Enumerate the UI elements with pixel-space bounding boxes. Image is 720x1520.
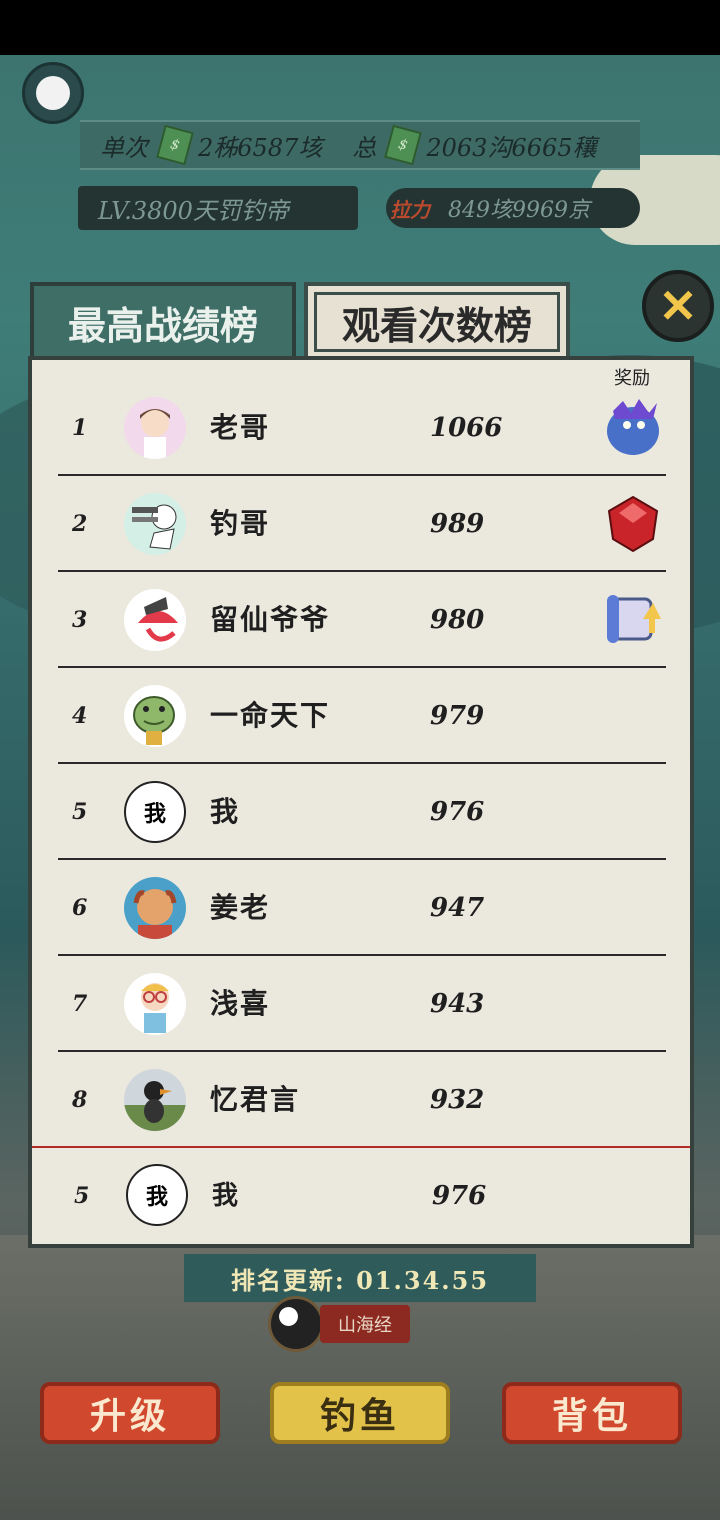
player-avatar [124,1069,186,1131]
shanhai-button[interactable]: 山海经 [268,1296,458,1352]
glasses-kid-avatar-icon [141,983,169,1033]
player-avatar [124,589,186,651]
my-name: 我 [212,1181,239,1211]
player-name: 姜老 [210,891,271,924]
red-gem-reward-icon [607,495,659,553]
player-score: 980 [430,605,485,635]
player-avatar [124,973,186,1035]
leaderboard-panel: 奖励 1 老哥 1066 2 钓哥 989 3 留仙爷爷 980 4 一命天下 … [28,356,694,1248]
player-name: 老哥 [210,411,271,444]
player-score: 989 [430,509,485,539]
fish-label: 钓鱼 [319,1395,400,1437]
rank: 4 [72,703,88,729]
leaderboard-row: 3 留仙爷爷 980 [58,572,666,668]
self-avatar-text: 我 [143,801,166,827]
leaderboard-row: 6 姜老 947 [58,860,666,956]
single-value: 2秭6587垓 [198,133,323,162]
leaderboard-row: 8 忆君言 932 [58,1052,666,1148]
boy-avatar-icon [140,409,170,459]
player-score: 976 [430,797,485,827]
reward-item [602,490,664,556]
player-avatar-self: 我 [124,781,186,843]
rank: 1 [72,415,88,441]
leaderboard-row: 4 一命天下 979 [58,668,666,764]
reward-item [602,586,664,652]
power-value: 849垓9969京 [448,198,590,223]
old-man-avatar-icon [133,889,177,939]
total-label: 总 [352,133,377,162]
rank-update-text: 排名更新: 01.34.55 [230,1265,490,1295]
close-icon: ✕ [658,279,698,333]
rank-update-timer: 排名更新: 01.34.55 [184,1254,536,1302]
player-name: 浅喜 [210,987,271,1020]
my-rank: 5 [74,1183,90,1209]
my-score: 976 [432,1181,487,1211]
blue-creature-reward-icon [607,399,659,455]
single-label: 单次 [100,133,148,162]
player-avatar [124,685,186,747]
bag-label: 背包 [551,1395,632,1437]
player-score: 947 [430,893,485,923]
tab-best-record-label: 最高战绩榜 [67,302,258,348]
player-avatar [124,493,186,555]
yin-yang-icon [268,1296,324,1352]
fish-button[interactable]: 钓鱼 [270,1382,450,1444]
rank: 5 [72,799,88,825]
level-text: LV.3800天罚钓帝 [98,196,289,225]
scroll-reward-icon [607,595,661,643]
tab-view-count-inner: 观看次数榜 [314,292,560,352]
rank: 6 [72,895,88,921]
umbrella-avatar-icon [138,597,178,642]
rank: 3 [72,607,88,633]
profile-button[interactable] [22,62,84,124]
power-label: 拉力 [390,197,430,222]
power-bar: 拉力 849垓9969京 [386,188,640,228]
rank: 8 [72,1087,88,1113]
leaderboard-row: 2 钓哥 989 [58,476,666,572]
meme-avatar-icon [132,504,177,550]
leaderboard-row: 7 浅喜 943 [58,956,666,1052]
money-icon: $ [384,124,423,166]
profile-dot-icon [36,76,70,110]
player-name: 一命天下 [210,699,331,732]
tab-best-record[interactable]: 最高战绩榜 [30,282,296,362]
player-avatar [124,877,186,939]
dinosaur-avatar-icon [133,696,175,745]
reward-item [602,394,664,460]
tab-view-count[interactable]: 观看次数榜 [304,282,570,362]
leaderboard-row: 1 老哥 1066 [58,380,666,476]
upgrade-label: 升级 [89,1395,170,1437]
my-avatar: 我 [126,1164,188,1226]
player-name: 忆君言 [210,1083,301,1116]
rank: 2 [72,511,88,537]
earnings-bar: 单次 $ 2秭6587垓 总 $ 2063沟6665穰 [80,120,640,170]
money-icon: $ [156,124,194,166]
tab-view-count-label: 观看次数榜 [341,302,532,348]
level-bar: LV.3800天罚钓帝 [78,186,358,230]
my-avatar-text: 我 [145,1184,168,1210]
player-name: 我 [210,795,241,828]
leaderboard-row: 5 我 我 976 [58,764,666,860]
player-score: 943 [430,989,485,1019]
player-name: 留仙爷爷 [210,603,331,636]
bag-button[interactable]: 背包 [502,1382,682,1444]
player-score: 932 [430,1085,485,1115]
upgrade-button[interactable]: 升级 [40,1382,220,1444]
close-button[interactable]: ✕ [642,270,714,342]
shanhai-label: 山海经 [320,1305,410,1343]
total-value: 2063沟6665穰 [426,133,597,162]
player-name: 钓哥 [210,507,271,540]
status-bar [0,0,720,55]
player-score: 1066 [430,413,503,443]
my-rank-row: 5 我 我 976 [32,1146,690,1246]
duck-avatar-icon [124,1081,186,1131]
player-avatar [124,397,186,459]
rank: 7 [72,991,88,1017]
player-score: 979 [430,701,485,731]
